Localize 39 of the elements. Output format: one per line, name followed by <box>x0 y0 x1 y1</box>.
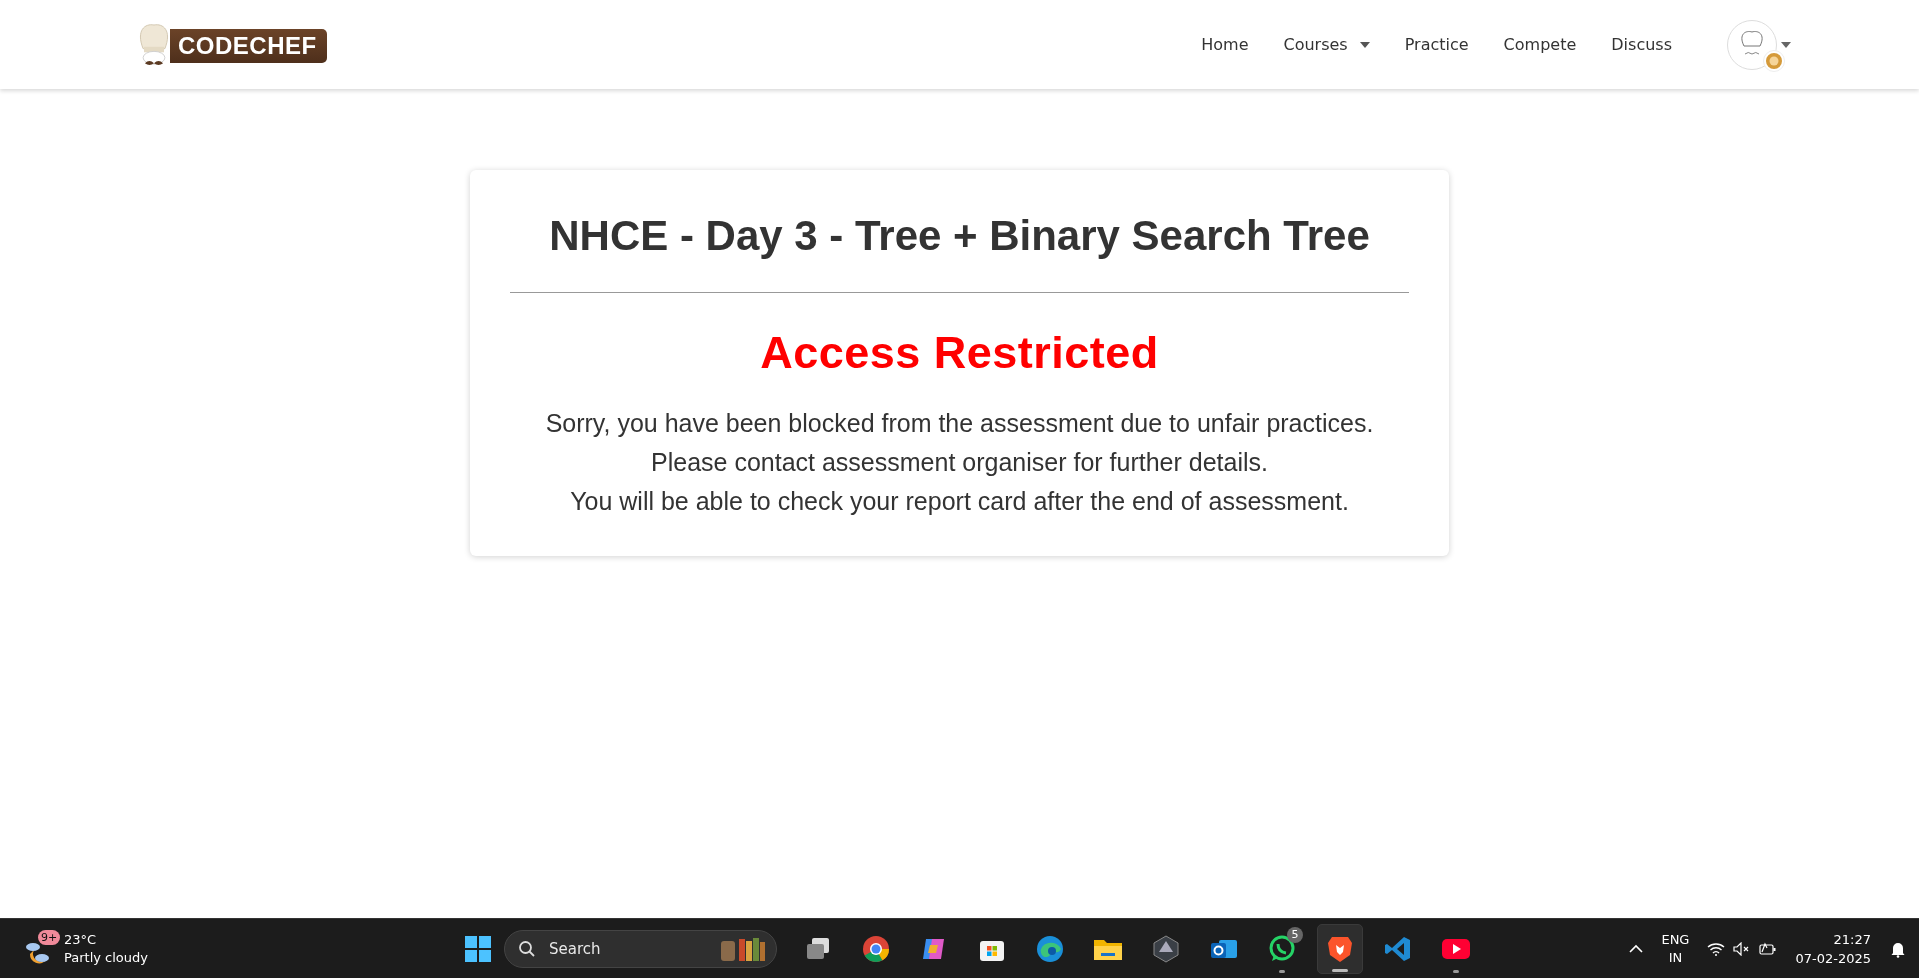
assessment-title: NHCE - Day 3 - Tree + Binary Search Tree <box>549 212 1370 260</box>
language-indicator[interactable]: ENG IN <box>1661 930 1690 967</box>
message-text: Please contact assessment organiser for further details. <box>650 448 1269 477</box>
date-text: 07-02-2025 <box>1795 949 1871 968</box>
edge-icon <box>1036 934 1064 963</box>
nav-link[interactable]: Discuss <box>1611 35 1672 54</box>
cube-icon <box>1153 934 1179 963</box>
notification-badge: 9+ <box>38 929 61 945</box>
taskbar-app[interactable] <box>1317 923 1363 974</box>
time-text: 21:27 <box>1833 930 1871 949</box>
nav-link[interactable]: Courses <box>1283 35 1370 54</box>
language-text: IN <box>1668 948 1683 967</box>
logo-wordmark: CODECHEF <box>170 28 327 63</box>
language-text: ENG <box>1661 930 1690 949</box>
code-editor-icon <box>1384 934 1412 963</box>
chevron-up-icon[interactable] <box>1629 943 1644 954</box>
caret-icon[interactable] <box>1781 41 1791 48</box>
clock[interactable]: 21:27 07-02-2025 <box>1795 929 1871 968</box>
message-text: You will be able to check your report card after the end of assessment. <box>569 487 1350 516</box>
browser-icon <box>862 934 890 963</box>
message-text: Sorry, you have been blocked from the assessment due to unfair practices. <box>545 409 1374 438</box>
nav-link[interactable]: Practice <box>1404 35 1469 54</box>
nav-link[interactable]: Home <box>1201 35 1249 54</box>
temperature-text: 23°C <box>64 930 98 949</box>
search-field[interactable]: Search <box>504 929 777 968</box>
weather-widget[interactable]: 9+ 23°C Partly cloudy <box>0 930 464 967</box>
battery-icon[interactable] <box>1759 940 1778 957</box>
taskbar-app[interactable]: 5 <box>1259 923 1305 974</box>
access-restricted-heading: Access Restricted <box>760 327 1159 379</box>
video-player-icon <box>1441 937 1471 960</box>
badge-icon <box>1763 49 1785 72</box>
search-icon <box>518 939 536 958</box>
wifi-icon[interactable] <box>1707 941 1726 956</box>
notification-badge: 5 <box>1287 926 1303 943</box>
weather-condition-text: Partly cloudy <box>64 948 148 967</box>
start-icon[interactable] <box>464 934 492 963</box>
nav-link[interactable]: Compete <box>1503 35 1577 54</box>
codechef-logo[interactable]: CODECHEF <box>134 20 327 69</box>
lion-icon <box>1327 934 1353 963</box>
